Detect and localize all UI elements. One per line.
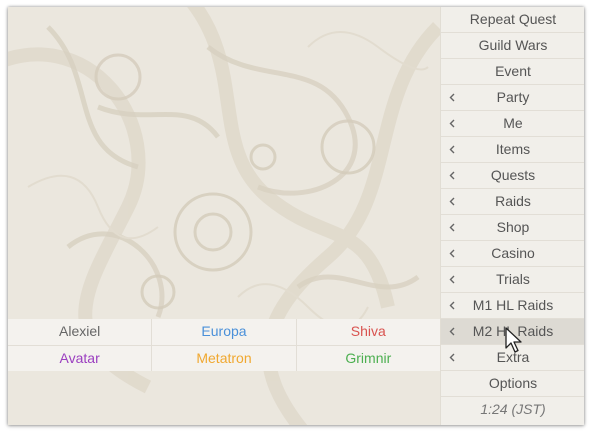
menu-item-party[interactable]: Party	[441, 85, 584, 111]
menu-item-raids[interactable]: Raids	[441, 189, 584, 215]
submenu-item-europa[interactable]: Europa	[152, 319, 297, 345]
menu-item-label: Items	[495, 141, 531, 157]
menu-item-event[interactable]: Event	[441, 59, 584, 85]
chevron-left-icon	[447, 267, 457, 292]
menu-item-label: Party	[496, 89, 530, 105]
menu-item-repeat-quest[interactable]: Repeat Quest	[441, 7, 584, 33]
raid-submenu: Alexiel Europa Shiva Avatar Metatron Gri…	[8, 319, 440, 371]
submenu-row: Alexiel Europa Shiva	[8, 319, 440, 345]
chevron-left-icon	[447, 189, 457, 214]
menu-item-label: Casino	[491, 245, 535, 261]
submenu-item-grimnir[interactable]: Grimnir	[297, 346, 440, 371]
app-window: Alexiel Europa Shiva Avatar Metatron Gri…	[8, 7, 584, 425]
menu-item-guild-wars[interactable]: Guild Wars	[441, 33, 584, 59]
menu-item-shop[interactable]: Shop	[441, 215, 584, 241]
chevron-left-icon	[447, 241, 457, 266]
menu-item-casino[interactable]: Casino	[441, 241, 584, 267]
menu-item-quests[interactable]: Quests	[441, 163, 584, 189]
menu-item-label: Me	[503, 115, 523, 131]
menu-item-options[interactable]: Options	[441, 371, 584, 397]
chevron-left-icon	[447, 345, 457, 370]
chevron-left-icon	[447, 293, 457, 318]
clock-display: 1:24 (JST)	[441, 397, 584, 422]
menu-item-trials[interactable]: Trials	[441, 267, 584, 293]
submenu-item-avatar[interactable]: Avatar	[8, 346, 153, 371]
submenu-row: Avatar Metatron Grimnir	[8, 345, 440, 371]
menu-item-label: Guild Wars	[478, 37, 548, 53]
chevron-left-icon	[447, 319, 457, 344]
menu-item-label: Options	[488, 375, 538, 391]
side-menu: Repeat Quest Guild Wars Event Party Me I…	[440, 7, 584, 425]
menu-item-label: Raids	[495, 193, 531, 209]
chevron-left-icon	[447, 215, 457, 240]
chevron-left-icon	[447, 137, 457, 162]
submenu-item-metatron[interactable]: Metatron	[152, 346, 297, 371]
chevron-left-icon	[447, 85, 457, 110]
menu-item-items[interactable]: Items	[441, 137, 584, 163]
menu-item-label: Trials	[496, 271, 530, 287]
mouse-cursor-icon	[505, 327, 522, 353]
submenu-item-shiva[interactable]: Shiva	[297, 319, 440, 345]
menu-item-label: Event	[495, 63, 531, 79]
menu-item-label: M1 HL Raids	[472, 297, 554, 313]
clock-label: 1:24 (JST)	[480, 401, 546, 417]
menu-item-label: Shop	[496, 219, 530, 235]
menu-item-me[interactable]: Me	[441, 111, 584, 137]
chevron-left-icon	[447, 111, 457, 136]
chevron-left-icon	[447, 163, 457, 188]
menu-item-label: Repeat Quest	[469, 11, 557, 27]
submenu-item-alexiel[interactable]: Alexiel	[8, 319, 153, 345]
menu-item-m1-hl-raids[interactable]: M1 HL Raids	[441, 293, 584, 319]
menu-item-label: Quests	[490, 167, 536, 183]
